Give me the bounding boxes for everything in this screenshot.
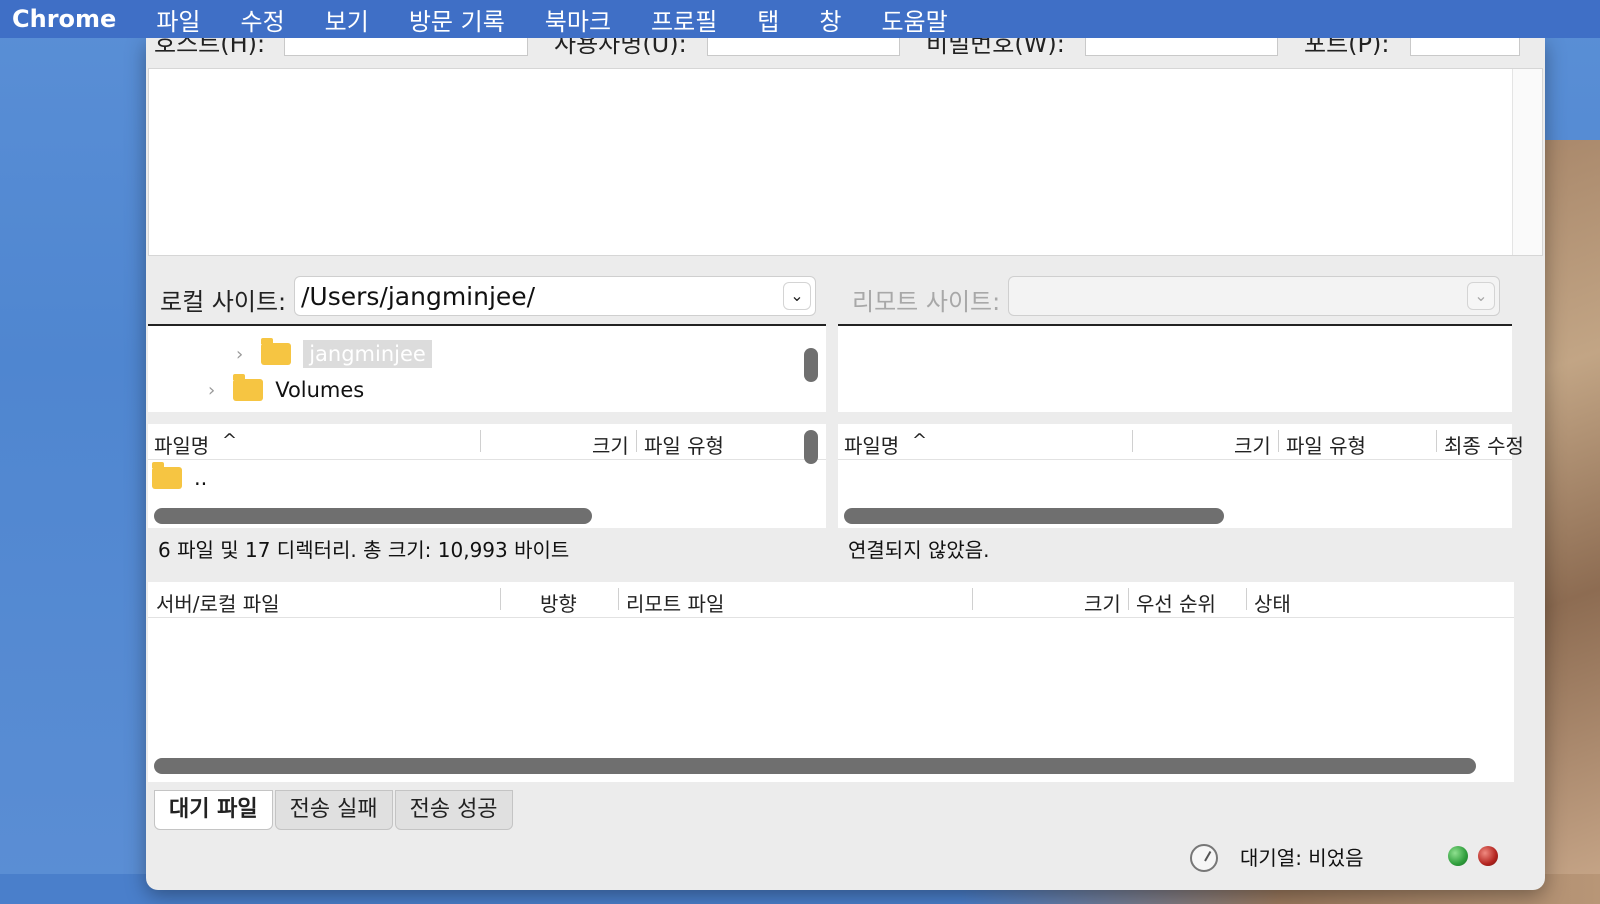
col-separator[interactable]: [480, 430, 481, 452]
local-tree[interactable]: › jangminjee › Volumes: [148, 324, 826, 412]
local-site-label: 로컬 사이트:: [160, 288, 287, 316]
col-separator[interactable]: [972, 588, 973, 610]
tree-item-volumes[interactable]: › Volumes: [208, 374, 365, 402]
queue-hscroll-thumb[interactable]: [154, 758, 1476, 774]
local-path-value: /Users/jangminjee/: [301, 282, 536, 311]
folder-icon: [233, 374, 264, 401]
col-filename[interactable]: 파일명: [844, 430, 899, 459]
transfer-queue[interactable]: 서버/로컬 파일 방향 리모트 파일 크기 우선 순위 상태: [148, 582, 1514, 782]
menu-window[interactable]: 창: [819, 2, 841, 37]
tree-item-label: jangminjee: [303, 340, 432, 368]
app-menu[interactable]: Chrome: [12, 5, 116, 33]
list-item-name: ..: [194, 466, 208, 490]
list-vscroll-thumb[interactable]: [804, 430, 818, 464]
chevron-down-icon[interactable]: ⌄: [1467, 282, 1495, 310]
col-direction[interactable]: 방향: [540, 588, 577, 617]
sort-ascending-icon[interactable]: ^: [222, 430, 237, 451]
user-label: 사용자명(U):: [554, 38, 687, 58]
col-separator[interactable]: [618, 588, 619, 610]
menu-help[interactable]: 도움말: [881, 2, 947, 37]
col-separator[interactable]: [636, 430, 637, 452]
remote-list-header: 파일명 ^ 크기 파일 유형 최종 수정: [838, 424, 1524, 460]
status-bar: 대기열: 비었음: [146, 838, 1545, 890]
tab-failed-transfers[interactable]: 전송 실패: [274, 790, 393, 830]
pass-label: 비밀번호(W):: [926, 38, 1065, 58]
col-remote-file[interactable]: 리모트 파일: [626, 588, 724, 617]
remote-file-list[interactable]: 파일명 ^ 크기 파일 유형 최종 수정: [838, 424, 1524, 528]
remote-site-label: 리모트 사이트:: [852, 288, 1001, 316]
remote-path-combo[interactable]: ⌄: [1008, 276, 1500, 316]
menu-history[interactable]: 방문 기록: [409, 2, 505, 37]
col-local-file[interactable]: 서버/로컬 파일: [156, 588, 280, 617]
folder-icon: [261, 338, 292, 365]
menu-view[interactable]: 보기: [325, 2, 369, 37]
chevron-right-icon[interactable]: ›: [236, 344, 243, 365]
col-size[interactable]: 크기: [592, 430, 629, 459]
col-modified[interactable]: 최종 수정: [1444, 430, 1524, 459]
filezilla-window: 호스트(H): 사용자명(U): 비밀번호(W): 포트(P): 로컬 사이트:…: [146, 38, 1545, 890]
remote-pane: 리모트 사이트: ⌄ 파일명 ^ 크기 파일 유형 최종 수정 연결되지 않았음…: [836, 262, 1545, 574]
log-scrollbar[interactable]: [1512, 69, 1542, 255]
sort-ascending-icon[interactable]: ^: [912, 430, 927, 451]
speed-limit-icon[interactable]: [1190, 844, 1218, 872]
menu-file[interactable]: 파일: [156, 2, 200, 37]
host-label: 호스트(H):: [154, 38, 266, 58]
col-filetype[interactable]: 파일 유형: [1286, 430, 1366, 459]
col-separator[interactable]: [1132, 430, 1133, 452]
col-separator[interactable]: [1128, 588, 1129, 610]
port-label: 포트(P):: [1304, 38, 1390, 58]
queue-status: 대기열: 비었음: [1240, 846, 1364, 870]
menu-bookmarks[interactable]: 북마크: [545, 2, 611, 37]
send-led-icon: [1448, 846, 1468, 866]
pass-input[interactable]: [1085, 38, 1278, 56]
remote-tree[interactable]: [838, 324, 1512, 412]
col-filename[interactable]: 파일명: [154, 430, 209, 459]
quickconnect-bar: 호스트(H): 사용자명(U): 비밀번호(W): 포트(P):: [146, 38, 1545, 66]
host-input[interactable]: [284, 38, 528, 56]
chevron-right-icon[interactable]: ›: [208, 380, 215, 401]
list-hscroll-thumb[interactable]: [844, 508, 1224, 524]
local-list-header: 파일명 ^ 크기 파일 유형: [148, 424, 826, 460]
list-hscroll-thumb[interactable]: [154, 508, 592, 524]
remote-status: 연결되지 않았음.: [848, 538, 990, 562]
chevron-down-icon[interactable]: ⌄: [783, 282, 811, 310]
list-item[interactable]: ..: [152, 462, 208, 490]
user-input[interactable]: [707, 38, 900, 56]
port-input[interactable]: [1410, 38, 1520, 56]
folder-icon: [152, 462, 182, 489]
local-path-combo[interactable]: /Users/jangminjee/ ⌄: [294, 276, 816, 316]
menu-edit[interactable]: 수정: [240, 2, 284, 37]
col-separator[interactable]: [1436, 430, 1437, 452]
col-separator[interactable]: [1278, 430, 1279, 452]
menubar: Chrome 파일 수정 보기 방문 기록 북마크 프로필 탭 창 도움말: [0, 0, 1600, 38]
tree-scrollbar-thumb[interactable]: [804, 348, 818, 382]
col-priority[interactable]: 우선 순위: [1136, 588, 1216, 617]
menu-profiles[interactable]: 프로필: [651, 2, 717, 37]
local-pane: 로컬 사이트: /Users/jangminjee/ ⌄ › jangminje…: [146, 262, 828, 574]
col-status[interactable]: 상태: [1254, 588, 1291, 617]
menu-tab[interactable]: 탭: [757, 2, 779, 37]
local-status: 6 파일 및 17 디렉터리. 총 크기: 10,993 바이트: [158, 538, 570, 562]
col-filetype[interactable]: 파일 유형: [644, 430, 724, 459]
message-log[interactable]: [148, 68, 1543, 256]
tree-item-label: Volumes: [275, 378, 365, 402]
queue-header: 서버/로컬 파일 방향 리모트 파일 크기 우선 순위 상태: [148, 582, 1514, 618]
local-file-list[interactable]: 파일명 ^ 크기 파일 유형 ..: [148, 424, 826, 528]
col-size[interactable]: 크기: [1234, 430, 1271, 459]
col-separator[interactable]: [500, 588, 501, 610]
col-size[interactable]: 크기: [1084, 588, 1121, 617]
tab-successful-transfers[interactable]: 전송 성공: [394, 790, 513, 830]
col-separator[interactable]: [1246, 588, 1247, 610]
tab-queued-files[interactable]: 대기 파일: [154, 790, 273, 830]
queue-tabs: 대기 파일 전송 실패 전송 성공: [154, 790, 515, 830]
tree-item-jangminjee[interactable]: › jangminjee: [236, 338, 432, 368]
receive-led-icon: [1478, 846, 1498, 866]
